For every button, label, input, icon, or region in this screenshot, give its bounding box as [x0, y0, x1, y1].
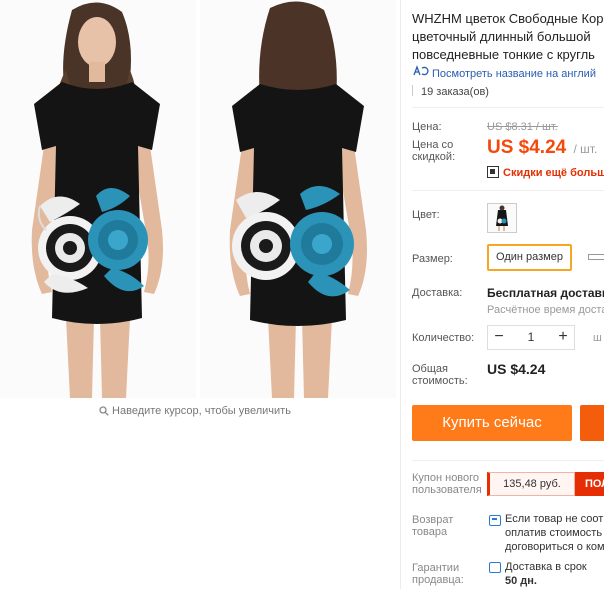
product-photo-front[interactable]	[0, 0, 196, 398]
product-photo-back[interactable]	[200, 0, 396, 398]
coupon-label-line: Купон нового	[412, 472, 480, 484]
return-policy-icon	[489, 515, 501, 526]
total-price: US $4.24	[487, 361, 546, 377]
coupon-amount: 135,48 руб.	[487, 472, 575, 496]
free-shipping[interactable]: Бесплатная доставка	[487, 286, 604, 300]
quantity-input[interactable]: 1	[510, 326, 552, 349]
coupon-label: Купон нового пользователя	[412, 472, 482, 496]
color-swatch[interactable]	[487, 203, 517, 233]
buy-now-button[interactable]: Купить сейчас	[412, 405, 572, 441]
delivery-guarantee-line: Доставка в срок	[505, 561, 587, 573]
discount-price-label: Цена со скидкой:	[412, 139, 455, 163]
sale-price-value: US $4.24	[487, 137, 567, 158]
product-title: WHZHM цветок Свободные Кор цветочный дли…	[412, 10, 604, 64]
more-discounts-link[interactable]: Скидки ещё больше	[487, 166, 604, 179]
product-title-line: цветочный длинный большой	[412, 29, 591, 44]
get-coupon-button[interactable]: ПОЛ	[575, 472, 604, 496]
zoom-hint: Наведите курсор, чтобы увеличить	[0, 405, 390, 419]
magnifier-icon	[99, 406, 109, 419]
product-gallery: Наведите курсор, чтобы увеличить	[0, 0, 396, 430]
model-back-image	[229, 1, 367, 398]
size-label: Размер:	[412, 253, 453, 265]
price-unit: / шт.	[573, 142, 598, 156]
translate-link-text: Посмотреть название на англий	[432, 68, 596, 80]
translate-link[interactable]: Посмотреть название на англий	[412, 65, 596, 80]
old-price: US $8.31 / шт.	[487, 121, 558, 133]
panel-divider	[400, 0, 401, 589]
returns-label-line: товара	[412, 526, 448, 538]
quantity-increase-button[interactable]: +	[552, 326, 574, 349]
size-chart-icon[interactable]	[588, 254, 604, 260]
divider	[412, 107, 604, 108]
quantity-stepper: − 1 +	[487, 325, 575, 350]
quantity-decrease-button[interactable]: −	[488, 326, 510, 349]
size-option-one-size[interactable]: Один размер	[487, 244, 572, 271]
total-label-line: стоимость:	[412, 375, 468, 387]
divider	[412, 460, 604, 461]
returns-label: Возврат товара	[412, 514, 453, 538]
color-thumbnail-image	[488, 204, 516, 232]
divider	[412, 190, 604, 191]
quantity-unit: ш	[593, 332, 602, 344]
sale-price: US $4.24 / шт.	[487, 137, 597, 159]
product-title-line: WHZHM цветок Свободные Кор	[412, 11, 604, 26]
return-policy-line: Если товар не соотв	[505, 513, 604, 525]
product-info-panel: WHZHM цветок Свободные Кор цветочный дли…	[412, 0, 604, 589]
delivery-guarantee-days: 50 дн.	[505, 575, 537, 587]
zoom-hint-text: Наведите курсор, чтобы увеличить	[112, 405, 291, 417]
coupon-label-line: пользователя	[412, 484, 482, 496]
delivery-guarantee-text: Доставка в срок 50 дн.	[505, 560, 587, 588]
price-label: Цена:	[412, 121, 442, 133]
add-to-cart-button[interactable]	[580, 405, 604, 441]
total-label: Общая стоимость:	[412, 363, 468, 387]
returns-label-line: Возврат	[412, 514, 454, 526]
product-title-line: повседневные тонкие с кругль	[412, 47, 595, 62]
quantity-label: Количество:	[412, 332, 475, 344]
orders-count-text: 19 заказа(ов)	[421, 86, 489, 98]
guarantee-label: Гарантии продавца:	[412, 562, 464, 586]
guarantee-label-line: Гарантии	[412, 562, 460, 574]
orders-count: 19 заказа(ов)	[412, 85, 489, 98]
translate-icon	[412, 65, 432, 80]
discount-price-label-line: скидкой:	[412, 151, 456, 163]
delivery-estimate: Расчётное время доставки	[487, 304, 604, 316]
return-policy-line: договориться о ком	[505, 541, 604, 553]
model-front-image	[31, 2, 163, 398]
guarantee-label-line: продавца:	[412, 574, 464, 586]
return-policy-text: Если товар не соотв оплатив стоимость до…	[505, 512, 604, 554]
discount-price-label-line: Цена со	[412, 139, 454, 151]
delivery-guarantee-icon	[489, 562, 501, 573]
shipping-label: Доставка:	[412, 287, 463, 299]
total-label-line: Общая	[412, 363, 448, 375]
qr-code-icon	[487, 166, 499, 178]
return-policy-line: оплатив стоимость	[505, 527, 603, 539]
more-discounts-text: Скидки ещё больше	[503, 167, 604, 179]
color-label: Цвет:	[412, 209, 440, 221]
